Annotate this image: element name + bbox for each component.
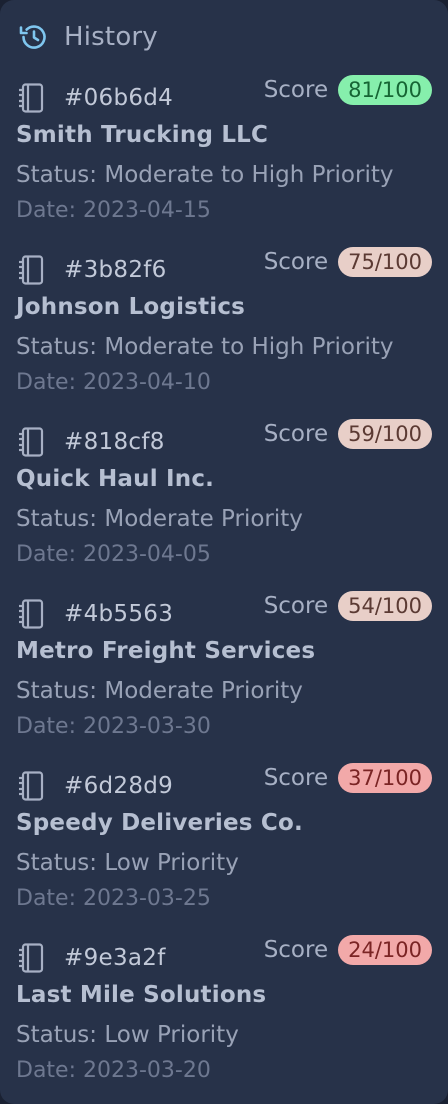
item-date: Date: 2023-03-20 bbox=[16, 1058, 211, 1083]
score-label: Score bbox=[263, 937, 329, 963]
notebook-icon bbox=[16, 254, 48, 286]
item-date: Date: 2023-04-15 bbox=[16, 198, 211, 223]
item-status: Status: Moderate to High Priority bbox=[16, 334, 394, 360]
item-date: Date: 2023-03-25 bbox=[16, 886, 211, 911]
score-group: Score 54/100 bbox=[264, 590, 432, 622]
item-status: Status: Low Priority bbox=[16, 850, 239, 876]
history-item[interactable]: #6d28d9 Score 37/100 Speedy Deliveries Co. S… bbox=[0, 758, 448, 930]
item-status: Status: Moderate to High Priority bbox=[16, 162, 394, 188]
company-name: Metro Freight Services bbox=[16, 638, 316, 664]
history-icon bbox=[16, 20, 50, 54]
score-group: Score 59/100 bbox=[264, 418, 432, 450]
item-code: #3b82f6 bbox=[64, 257, 167, 283]
notebook-icon bbox=[16, 598, 48, 630]
item-status: Status: Moderate Priority bbox=[16, 678, 303, 704]
history-title: History bbox=[64, 22, 158, 52]
history-item[interactable]: #06b6d4 Score 81/100 Smith Trucking LLC Stat… bbox=[0, 70, 448, 242]
item-code: #6d28d9 bbox=[64, 773, 174, 799]
item-code: #818cf8 bbox=[64, 429, 165, 455]
score-label: Score bbox=[263, 593, 329, 619]
score-badge: 81/100 bbox=[338, 75, 432, 105]
notebook-icon bbox=[16, 82, 48, 114]
notebook-icon bbox=[16, 770, 48, 802]
notebook-icon bbox=[16, 942, 48, 974]
score-label: Score bbox=[263, 249, 329, 275]
score-group: Score 24/100 bbox=[264, 934, 432, 966]
score-label: Score bbox=[263, 765, 329, 791]
score-group: Score 37/100 bbox=[264, 762, 432, 794]
item-date: Date: 2023-04-10 bbox=[16, 370, 211, 395]
history-header: History bbox=[16, 18, 158, 56]
score-group: Score 75/100 bbox=[264, 246, 432, 278]
company-name: Quick Haul Inc. bbox=[16, 466, 215, 492]
item-code: #9e3a2f bbox=[64, 945, 166, 971]
score-label: Score bbox=[263, 421, 329, 447]
company-name: Smith Trucking LLC bbox=[16, 122, 269, 148]
item-status: Status: Moderate Priority bbox=[16, 506, 303, 532]
company-name: Last Mile Solutions bbox=[16, 982, 267, 1008]
item-status: Status: Low Priority bbox=[16, 1022, 239, 1048]
item-code: #4b5563 bbox=[64, 601, 174, 627]
company-name: Johnson Logistics bbox=[16, 294, 246, 320]
score-badge: 59/100 bbox=[338, 419, 432, 449]
history-item[interactable]: #3b82f6 Score 75/100 Johnson Logistics Statu… bbox=[0, 242, 448, 414]
notebook-icon bbox=[16, 426, 48, 458]
history-item[interactable]: #818cf8 Score 59/100 Quick Haul Inc. Status:… bbox=[0, 414, 448, 586]
history-list: #06b6d4 Score 81/100 Smith Trucking LLC Stat… bbox=[0, 70, 448, 1102]
score-group: Score 81/100 bbox=[264, 74, 432, 106]
score-badge: 54/100 bbox=[338, 591, 432, 621]
history-item[interactable]: #4b5563 Score 54/100 Metro Freight Services… bbox=[0, 586, 448, 758]
item-date: Date: 2023-03-30 bbox=[16, 714, 211, 739]
score-badge: 37/100 bbox=[338, 763, 432, 793]
score-label: Score bbox=[263, 77, 329, 103]
item-date: Date: 2023-04-05 bbox=[16, 542, 211, 567]
company-name: Speedy Deliveries Co. bbox=[16, 810, 303, 836]
history-panel: History #06b6d4 Score 81/100 Smith Trucking… bbox=[0, 0, 448, 1104]
score-badge: 24/100 bbox=[338, 935, 432, 965]
score-badge: 75/100 bbox=[338, 247, 432, 277]
item-code: #06b6d4 bbox=[64, 85, 174, 111]
history-item[interactable]: #9e3a2f Score 24/100 Last Mile Solutions Sta… bbox=[0, 930, 448, 1102]
